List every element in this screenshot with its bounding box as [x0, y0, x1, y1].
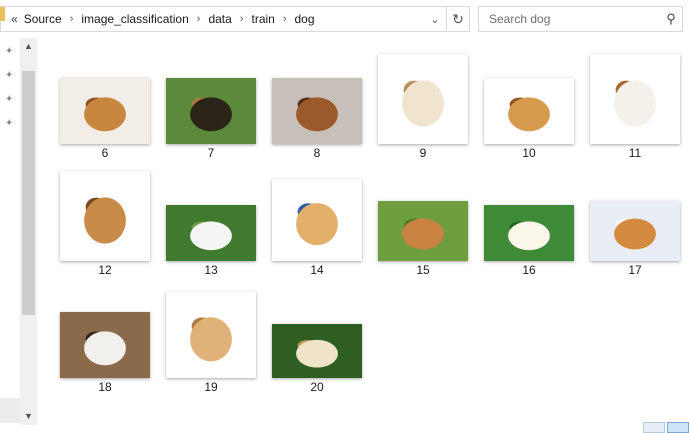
file-thumbnail-frame — [267, 282, 367, 378]
breadcrumb-item-dog[interactable]: dog — [295, 12, 315, 26]
file-name-label: 6 — [101, 146, 109, 160]
file-name-label: 15 — [416, 263, 430, 277]
file-name-label: 14 — [310, 263, 324, 277]
file-thumbnail-frame — [373, 48, 473, 144]
file-list: 6 7 8 9 10 11 12 13 14 15 16 17 18 19 20 — [37, 38, 689, 425]
file-thumbnail-frame — [161, 48, 261, 144]
file-item[interactable]: 9 — [373, 48, 473, 160]
file-name-label: 11 — [628, 146, 642, 160]
pin-icon[interactable]: ✦ — [5, 70, 15, 81]
navigation-pane: ✦ ✦ ✦ ✦ — [0, 38, 20, 433]
pin-icon[interactable]: ✦ — [5, 94, 15, 105]
file-thumbnail-frame — [161, 165, 261, 261]
address-bar-controls: ⌄ ↻ — [424, 7, 469, 31]
breadcrumb-separator-icon[interactable]: › — [197, 13, 201, 25]
image-thumbnail[interactable] — [590, 201, 680, 261]
image-thumbnail[interactable] — [272, 78, 362, 144]
search-box[interactable]: ⚲ — [478, 6, 683, 32]
file-name-label: 9 — [419, 146, 427, 160]
breadcrumb-item-source[interactable]: Source — [24, 12, 62, 26]
file-name-label: 7 — [207, 146, 215, 160]
file-item[interactable]: 18 — [55, 282, 155, 394]
navigation-pane-selection[interactable] — [0, 398, 20, 423]
image-thumbnail[interactable] — [60, 171, 150, 261]
file-thumbnail-frame — [161, 282, 261, 378]
breadcrumb-overflow-button[interactable]: « — [11, 12, 18, 26]
image-thumbnail[interactable] — [378, 201, 468, 261]
folder-icon — [0, 7, 5, 21]
breadcrumb-separator-icon[interactable]: › — [70, 13, 74, 25]
refresh-icon[interactable]: ↻ — [446, 7, 469, 31]
file-name-label: 18 — [98, 380, 112, 394]
file-item[interactable]: 20 — [267, 282, 367, 394]
file-item[interactable]: 12 — [55, 165, 155, 277]
address-bar[interactable]: « Source › image_classification › data ›… — [0, 6, 470, 32]
file-thumbnail-frame — [55, 48, 155, 144]
image-thumbnail[interactable] — [272, 179, 362, 261]
breadcrumb-item-train[interactable]: train — [251, 12, 274, 26]
chevron-down-icon[interactable]: ▼ — [20, 408, 37, 425]
file-thumbnail-frame — [55, 282, 155, 378]
large-icons-view-icon[interactable] — [667, 422, 689, 433]
image-thumbnail[interactable] — [484, 205, 574, 261]
file-item[interactable]: 17 — [585, 165, 685, 277]
file-thumbnail-frame — [479, 48, 579, 144]
search-input[interactable] — [487, 11, 660, 27]
file-item[interactable]: 16 — [479, 165, 579, 277]
pin-icon[interactable]: ✦ — [5, 46, 15, 57]
breadcrumb-separator-icon[interactable]: › — [283, 13, 287, 25]
file-name-label: 8 — [313, 146, 321, 160]
file-item[interactable]: 10 — [479, 48, 579, 160]
file-item[interactable]: 19 — [161, 282, 261, 394]
image-thumbnail[interactable] — [60, 312, 150, 378]
file-name-label: 17 — [628, 263, 642, 277]
file-item[interactable]: 6 — [55, 48, 155, 160]
pin-icon[interactable]: ✦ — [5, 118, 15, 129]
file-item[interactable]: 14 — [267, 165, 367, 277]
view-switcher — [641, 422, 689, 433]
breadcrumb-item-data[interactable]: data — [208, 12, 231, 26]
file-item[interactable]: 7 — [161, 48, 261, 160]
breadcrumb-item-image-classification[interactable]: image_classification — [81, 12, 188, 26]
file-name-label: 16 — [522, 263, 536, 277]
file-thumbnail-frame — [585, 165, 685, 261]
image-thumbnail[interactable] — [166, 78, 256, 144]
search-icon[interactable]: ⚲ — [660, 11, 682, 27]
image-thumbnail[interactable] — [590, 54, 680, 144]
file-thumbnail-frame — [267, 48, 367, 144]
file-item[interactable]: 11 — [585, 48, 685, 160]
image-thumbnail[interactable] — [166, 205, 256, 261]
file-name-label: 19 — [204, 380, 218, 394]
file-item[interactable]: 13 — [161, 165, 261, 277]
file-name-label: 13 — [204, 263, 218, 277]
file-thumbnail-frame — [585, 48, 685, 144]
image-thumbnail[interactable] — [378, 54, 468, 144]
chevron-down-icon[interactable]: ⌄ — [424, 13, 446, 26]
image-thumbnail[interactable] — [60, 78, 150, 144]
file-item[interactable]: 8 — [267, 48, 367, 160]
navigation-scrollbar[interactable]: ▲ ▼ — [20, 38, 37, 425]
image-thumbnail[interactable] — [484, 78, 574, 144]
breadcrumb-separator-icon[interactable]: › — [240, 13, 244, 25]
file-thumbnail-frame — [55, 165, 155, 261]
breadcrumb: « Source › image_classification › data ›… — [11, 12, 315, 26]
file-name-label: 10 — [522, 146, 536, 160]
file-thumbnail-frame — [267, 165, 367, 261]
file-name-label: 20 — [310, 380, 324, 394]
file-thumbnail-frame — [373, 165, 473, 261]
file-name-label: 12 — [98, 263, 112, 277]
image-thumbnail[interactable] — [166, 292, 256, 378]
details-view-icon[interactable] — [643, 422, 665, 433]
scrollbar-thumb[interactable] — [22, 71, 35, 315]
file-thumbnail-frame — [479, 165, 579, 261]
file-item[interactable]: 15 — [373, 165, 473, 277]
chevron-up-icon[interactable]: ▲ — [20, 38, 37, 55]
image-thumbnail[interactable] — [272, 324, 362, 378]
